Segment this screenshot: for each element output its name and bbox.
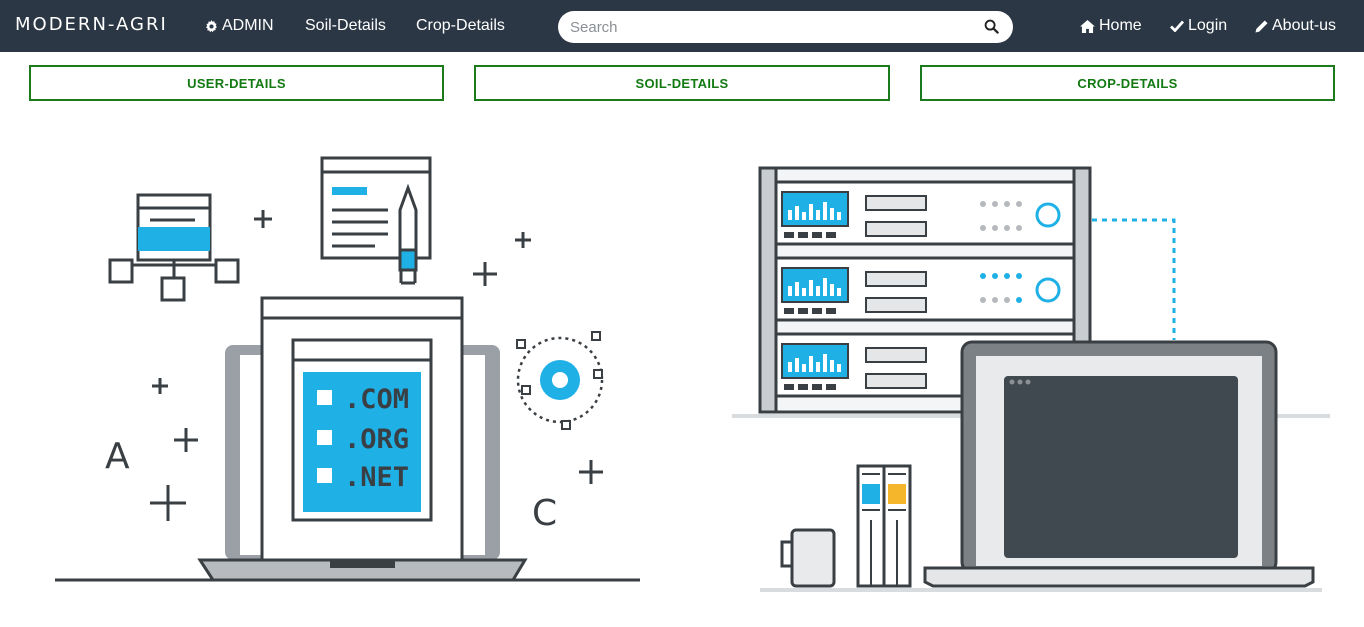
letter-a: A	[105, 436, 130, 477]
home-icon	[1080, 19, 1095, 33]
server-laptop-illustration	[732, 166, 1330, 592]
crop-details-button[interactable]: CROP-DETAILS	[920, 65, 1335, 101]
letter-c: C	[532, 493, 557, 534]
nav-login-label: Login	[1188, 17, 1228, 34]
user-details-button[interactable]: USER-DETAILS	[29, 65, 444, 101]
gear-icon	[205, 19, 218, 32]
nav-about-us[interactable]: About-us	[1255, 17, 1336, 35]
domain-org-label: .ORG	[344, 424, 409, 455]
nav-about-label: About-us	[1272, 17, 1337, 34]
pencil-icon	[1255, 19, 1268, 33]
top-navbar: MODERN-AGRI ADMIN Soil-Details Crop-Deta…	[0, 0, 1364, 52]
domain-com-label: .COM	[344, 384, 409, 415]
brand-logo[interactable]: MODERN-AGRI	[15, 14, 168, 35]
domain-net-label: .NET	[344, 462, 409, 493]
nav-crop-label: Crop-Details	[416, 17, 505, 34]
soil-details-button[interactable]: SOIL-DETAILS	[474, 65, 890, 101]
nav-login[interactable]: Login	[1170, 17, 1227, 35]
nav-crop-details[interactable]: Crop-Details	[416, 17, 505, 35]
nav-home[interactable]: Home	[1080, 17, 1142, 35]
search-input[interactable]	[558, 12, 968, 42]
search-icon[interactable]	[984, 19, 999, 39]
nav-soil-details[interactable]: Soil-Details	[305, 17, 386, 35]
nav-soil-label: Soil-Details	[305, 17, 386, 34]
nav-admin[interactable]: ADMIN	[205, 17, 274, 35]
nav-home-label: Home	[1099, 17, 1142, 34]
domain-web-illustration: .COM .ORG .NET A C	[55, 156, 640, 582]
search-bar	[558, 11, 1013, 43]
nav-admin-label: ADMIN	[222, 17, 274, 34]
check-icon	[1170, 20, 1184, 32]
